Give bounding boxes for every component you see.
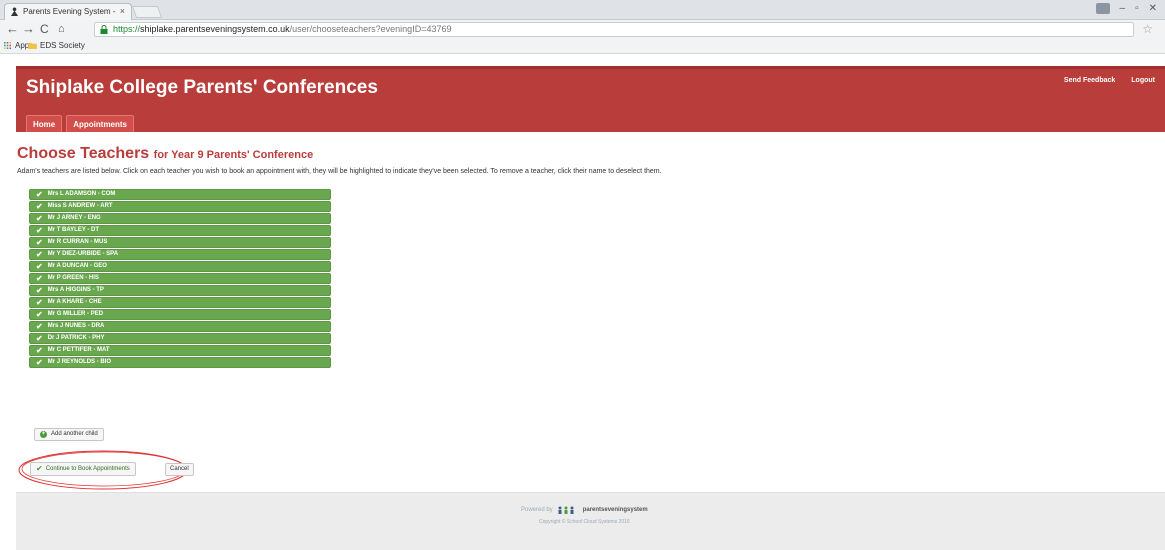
check-icon: ✔ [36, 358, 43, 367]
check-icon: ✔ [36, 322, 43, 331]
teacher-item[interactable]: ✔ Mr Y DIEZ-URBIDE - SPA [29, 249, 331, 260]
apps-grid-icon [4, 42, 11, 49]
teacher-item[interactable]: ✔ Mr G MILLER - PED [29, 309, 331, 320]
teacher-item[interactable]: ✔ Mr A KHARE - CHE [29, 297, 331, 308]
check-icon: ✔ [36, 214, 43, 223]
teacher-name: Mr G MILLER - PED [47, 311, 104, 317]
powered-by: Powered by parentseveningsystem [521, 506, 648, 514]
browser-tab-strip: Parents Evening System - × – ▫ ✕ [0, 0, 1165, 20]
teacher-item[interactable]: ✔ Mr C PETTIFER - MAT [29, 345, 331, 356]
check-icon: ✔ [36, 464, 43, 473]
check-icon: ✔ [36, 226, 43, 235]
teacher-item[interactable]: ✔ Mr T BAYLEY - DT [29, 225, 331, 236]
page-heading: Choose Teachers [17, 145, 150, 162]
arrow-right-icon[interactable]: → [22, 21, 35, 37]
main-content: Choose Teachers for Year 9 Parents' Conf… [16, 132, 1165, 492]
teacher-name: Mr A KHARE - CHE [47, 299, 102, 305]
check-icon: ✔ [36, 286, 43, 295]
site-header: Shiplake College Parents' Conferences Se… [16, 66, 1165, 132]
teacher-item[interactable]: ✔ Mr J ARNEY - ENG [29, 213, 331, 224]
lock-icon [100, 25, 108, 34]
add-icon: + [40, 431, 47, 438]
teacher-name: Mr T BAYLEY - DT [47, 227, 100, 233]
check-icon: ✔ [36, 310, 43, 319]
check-icon: ✔ [36, 190, 43, 199]
address-bar[interactable]: https://shiplake.parentseveningsystem.co… [94, 22, 1134, 37]
check-icon: ✔ [36, 250, 43, 259]
teacher-name: Mr C PETTIFER - MAT [47, 347, 110, 353]
tab-title: Parents Evening System - [23, 7, 116, 16]
check-icon: ✔ [36, 262, 43, 271]
site-footer: Powered by parentseveningsystem Copyrigh… [16, 492, 1165, 550]
reload-icon[interactable]: C [40, 21, 49, 37]
add-another-child-button[interactable]: + Add another child [34, 428, 104, 441]
cancel-button[interactable]: Cancel [165, 463, 194, 476]
check-icon: ✔ [36, 298, 43, 307]
teacher-name: Mr J REYNOLDS - BIO [47, 359, 112, 365]
teacher-name: Mr P GREEN - HIS [47, 275, 99, 281]
folder-icon [28, 42, 37, 49]
send-feedback-link[interactable]: Send Feedback [1064, 77, 1115, 84]
main-nav: Home Appointments [26, 115, 135, 132]
teacher-item[interactable]: ✔ Mr J REYNOLDS - BIO [29, 357, 331, 368]
teacher-list: ✔ Mrs L ADAMSON - COM ✔ Miss S ANDREW - AR… [29, 189, 331, 369]
brand-name: parentseveningsystem [582, 507, 648, 513]
teacher-name: Mrs L ADAMSON - COM [47, 191, 116, 197]
add-child-label: Add another child [51, 431, 98, 437]
user-profile-icon[interactable] [1095, 3, 1110, 14]
new-tab-button[interactable] [131, 6, 163, 18]
teacher-item[interactable]: ✔ Mr P GREEN - HIS [29, 273, 331, 284]
teacher-item[interactable]: ✔ Mrs J NUNES - DRA [29, 321, 331, 332]
pes-logo-icon [558, 506, 574, 514]
page-title: Choose Teachers for Year 9 Parents' Conf… [17, 145, 313, 163]
check-icon: ✔ [36, 202, 43, 211]
page-subheading: for Year 9 Parents' Conference [153, 149, 314, 161]
check-icon: ✔ [36, 334, 43, 343]
bookmark-label: EDS Society [40, 41, 85, 50]
browser-toolbar: ← → C ⌂ https://shiplake.parentsevenings… [0, 20, 1165, 38]
teacher-item[interactable]: ✔ Miss S ANDREW - ART [29, 201, 331, 212]
url-path: /user/chooseteachers?eveningID=43769 [289, 24, 452, 34]
nav-appointments[interactable]: Appointments [66, 115, 135, 132]
window-controls: – ▫ ✕ [1095, 3, 1157, 14]
instructions-text: Adam's teachers are listed below. Click … [17, 168, 662, 175]
check-icon: ✔ [36, 238, 43, 247]
continue-to-book-button[interactable]: ✔ Continue to Book Appointments [30, 462, 136, 476]
maximize-icon[interactable]: ▫ [1135, 3, 1139, 14]
teacher-item[interactable]: ✔ Dr J PATRICK - PHY [29, 333, 331, 344]
bookmark-star-icon[interactable]: ☆ [1142, 22, 1153, 36]
check-icon: ✔ [36, 274, 43, 283]
teacher-name: Mrs A HIGGINS - TP [47, 287, 104, 293]
copyright-text: Copyright © School Cloud Systems 2016 [539, 519, 630, 525]
minimize-icon[interactable]: – [1120, 3, 1126, 14]
teacher-item[interactable]: ✔ Mr A DUNCAN - GEO [29, 261, 331, 272]
tab-close-icon[interactable]: × [120, 4, 125, 19]
header-links: Send Feedback Logout [1064, 77, 1155, 84]
browser-tab[interactable]: Parents Evening System - × [4, 3, 132, 20]
teacher-name: Mr J ARNEY - ENG [47, 215, 101, 221]
powered-by-text: Powered by [521, 507, 553, 513]
close-window-icon[interactable]: ✕ [1149, 3, 1157, 14]
arrow-left-icon[interactable]: ← [6, 21, 19, 37]
teacher-name: Mrs J NUNES - DRA [47, 323, 105, 329]
teacher-name: Miss S ANDREW - ART [47, 203, 113, 209]
nav-home[interactable]: Home [26, 115, 63, 132]
teacher-name: Mr Y DIEZ-URBIDE - SPA [47, 251, 119, 257]
teacher-item[interactable]: ✔ Mr R CURRAN - MUS [29, 237, 331, 248]
check-icon: ✔ [36, 346, 43, 355]
url-host: shiplake.parentseveningsystem.co.uk [140, 24, 290, 34]
bookmark-eds-society[interactable]: EDS Society [28, 38, 85, 53]
site-title: Shiplake College Parents' Conferences [26, 77, 378, 98]
teacher-item[interactable]: ✔ Mrs L ADAMSON - COM [29, 189, 331, 200]
teacher-item[interactable]: ✔ Mrs A HIGGINS - TP [29, 285, 331, 296]
teacher-name: Mr A DUNCAN - GEO [47, 263, 107, 269]
home-icon[interactable]: ⌂ [58, 21, 65, 37]
bookmarks-bar: Apps EDS Society [0, 38, 1165, 54]
logout-link[interactable]: Logout [1131, 77, 1155, 84]
teacher-name: Dr J PATRICK - PHY [47, 335, 105, 341]
continue-label: Continue to Book Appointments [45, 466, 130, 472]
teacher-name: Mr R CURRAN - MUS [47, 239, 108, 245]
url-scheme: https:// [113, 24, 141, 34]
favicon-icon [10, 7, 19, 16]
